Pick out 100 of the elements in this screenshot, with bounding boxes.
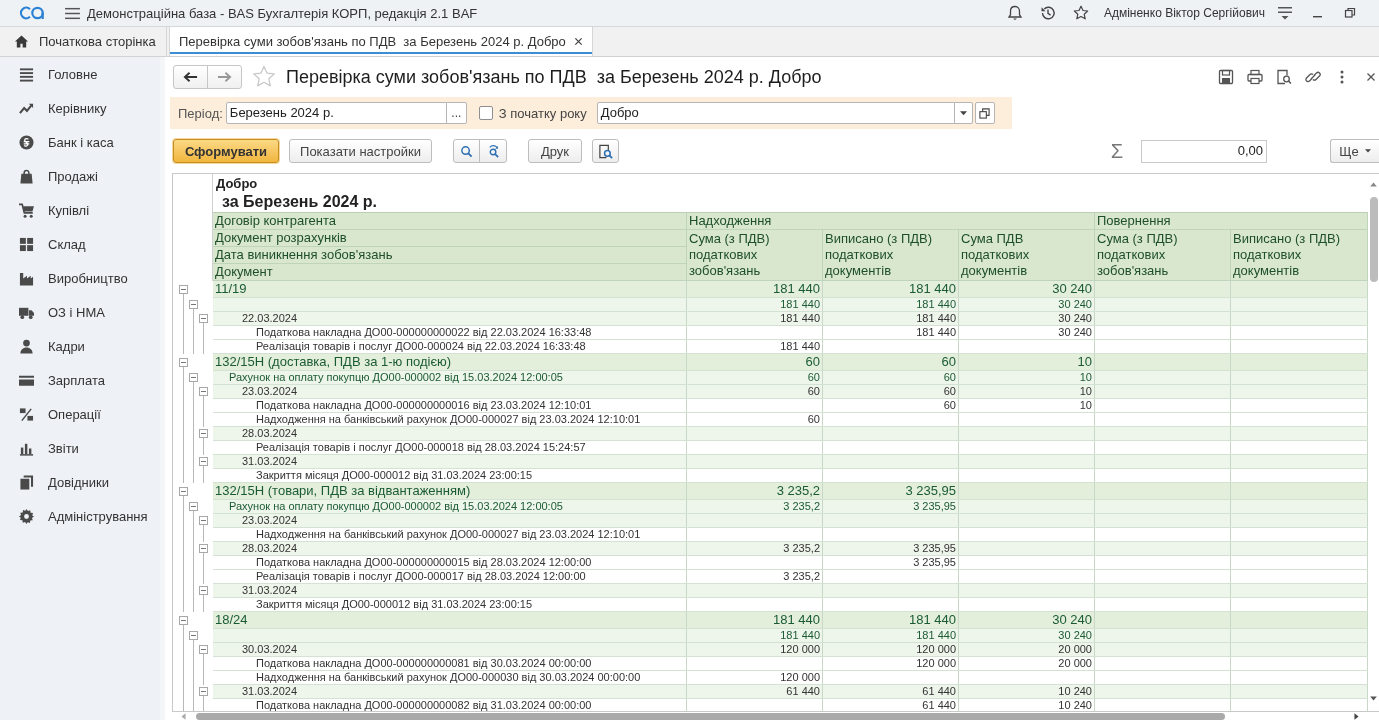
column-header: Документ [213,264,687,281]
close-icon[interactable] [573,37,583,46]
sidebar-item[interactable]: Керівнику [0,91,160,125]
minus-box-icon[interactable] [179,358,188,367]
amount-cell-text: 10 [1078,399,1093,412]
minus-box-icon[interactable] [199,586,208,595]
settings-button[interactable]: Показати настройки [289,139,432,163]
minus-box-icon[interactable] [199,544,208,553]
minus-box-icon[interactable] [179,285,188,294]
bell-icon[interactable] [1006,5,1023,21]
printer-icon[interactable] [1247,69,1263,85]
scrollbar-thumb[interactable] [196,712,1225,720]
minus-box-icon[interactable] [179,616,188,625]
user-name[interactable]: Адміненко Віктор Сергійович [1103,6,1265,20]
arrow-down-icon[interactable] [1370,696,1377,701]
logo-icon[interactable] [18,6,46,20]
minus-box-icon[interactable] [189,502,198,511]
arrow-right-icon[interactable] [1354,712,1359,720]
period-field[interactable]: Березень 2024 р. [225,102,447,124]
column-header: Сума (з ПДВ) податкових зобов'язань [1095,230,1231,281]
amount-cell-text: 60 [942,371,957,384]
sidebar-item[interactable]: Довідники [0,465,160,499]
arrow-left-icon [183,71,198,83]
tree-cell-text: 31.03.2024 [241,685,299,698]
sidebar-item[interactable]: Склад [0,227,160,261]
amount-cell-text: 30 240 [1057,298,1093,311]
minus-box-icon[interactable] [199,314,208,323]
minus-box-icon[interactable] [199,387,208,396]
menu-icon[interactable] [65,6,80,20]
scrollbar-thumb[interactable] [1369,197,1378,282]
amount-cell-text: 60 [940,354,957,370]
minus-box-icon[interactable] [199,429,208,438]
print-button[interactable]: Друк [528,139,582,163]
sidebar-item[interactable]: Головне [0,57,160,91]
minus-box-icon[interactable] [199,645,208,654]
column-group-header: Повернення [1095,213,1368,230]
diagonal-blocks-icon [19,406,34,422]
minus-box-icon[interactable] [199,516,208,525]
checkbox[interactable] [478,106,493,120]
sidebar-item[interactable]: Продажі [0,159,160,193]
sidebar-item[interactable]: Банк і каса [0,125,160,159]
minus-box-icon[interactable] [189,631,198,640]
sidebar-item[interactable]: Кадри [0,329,160,363]
restore-icon[interactable] [1344,7,1356,19]
sum-field[interactable]: 0,00 [1141,139,1267,163]
sidebar-item[interactable]: ОЗ і НМА [0,295,160,329]
caret-icon [959,110,967,116]
preview-button[interactable] [592,139,619,163]
arrow-up-icon[interactable] [1370,182,1377,187]
organization-field[interactable]: Добро [596,102,955,124]
amount-cell-text: 120 000 [779,671,821,684]
more-button[interactable]: Ще [1330,139,1379,163]
amount-cell-text: 181 440 [772,612,821,628]
tree-cell-text: Реалізація товарів і послуг ДО00-000018 від 28.03.2024 15:24:57 [255,441,587,454]
star-icon[interactable] [252,65,276,89]
menu-caret-icon[interactable] [1277,5,1293,21]
amount-cell-text: 181 440 [772,281,821,297]
link-icon[interactable] [1305,69,1321,85]
tree-cell-text: Закриття місяця ДО00-000012 від 31.03.2024 23:00:15 [255,598,534,611]
arrow-left-icon[interactable] [181,712,186,720]
sidebar-item[interactable]: Звіти [0,431,160,465]
choose-button[interactable]: ... [445,102,467,124]
amount-cell-text: 20 000 [1057,643,1093,656]
minus-box-icon[interactable] [199,687,208,696]
minus-box-icon[interactable] [179,487,188,496]
amount-cell-text: 3 235,95 [912,556,957,569]
tree-cell-text: Надходження на банківський рахунок ДО00-000027 від 23.03.2024 12:10:01 [255,528,642,541]
amount-cell-text: 181 440 [908,612,957,628]
tab[interactable]: Початкова сторінка [0,27,167,56]
search-refresh-button[interactable] [479,139,507,163]
history-icon[interactable] [1039,5,1056,21]
amount-cell-text: 61 440 [921,685,957,698]
close-icon[interactable] [1366,72,1376,82]
more-icon[interactable] [1340,69,1344,85]
open-window-icon [979,107,991,119]
amount-cell-text: 3 235,2 [775,483,821,499]
back-button[interactable] [173,65,208,89]
search-button[interactable] [453,139,480,163]
caret-icon [1364,149,1371,153]
minus-box-icon[interactable] [189,300,198,309]
minus-box-icon[interactable] [189,373,198,382]
open-button[interactable] [974,102,995,124]
minus-box-icon[interactable] [199,457,208,466]
sidebar-item[interactable]: Адміністрування [0,499,160,533]
sidebar-item[interactable]: Купівлі [0,193,160,227]
document-search-icon[interactable] [1276,69,1292,85]
star-icon[interactable] [1072,5,1089,21]
amount-cell-text: 60 [806,371,821,384]
generate-button[interactable]: Сформувати [173,139,279,163]
tab[interactable]: Перевірка суми зобов'язань по ПДВ за Березень 2024 р. Добро [169,27,593,56]
amount-cell-text: 3 235,95 [912,500,957,513]
sidebar-item[interactable]: Виробництво [0,261,160,295]
tree-cell-text: 28.03.2024 [241,542,299,555]
amount-cell-text: 181 440 [779,629,821,642]
amount-cell-text: 3 235,95 [912,542,957,555]
sidebar-item[interactable]: Операції [0,397,160,431]
sum-sign: Σ [1110,139,1123,163]
column-header: Виписано (з ПДВ) податкових документів [823,230,959,281]
sidebar-item[interactable]: Зарплата [0,363,160,397]
amount-cell-text: 10 [1078,385,1093,398]
